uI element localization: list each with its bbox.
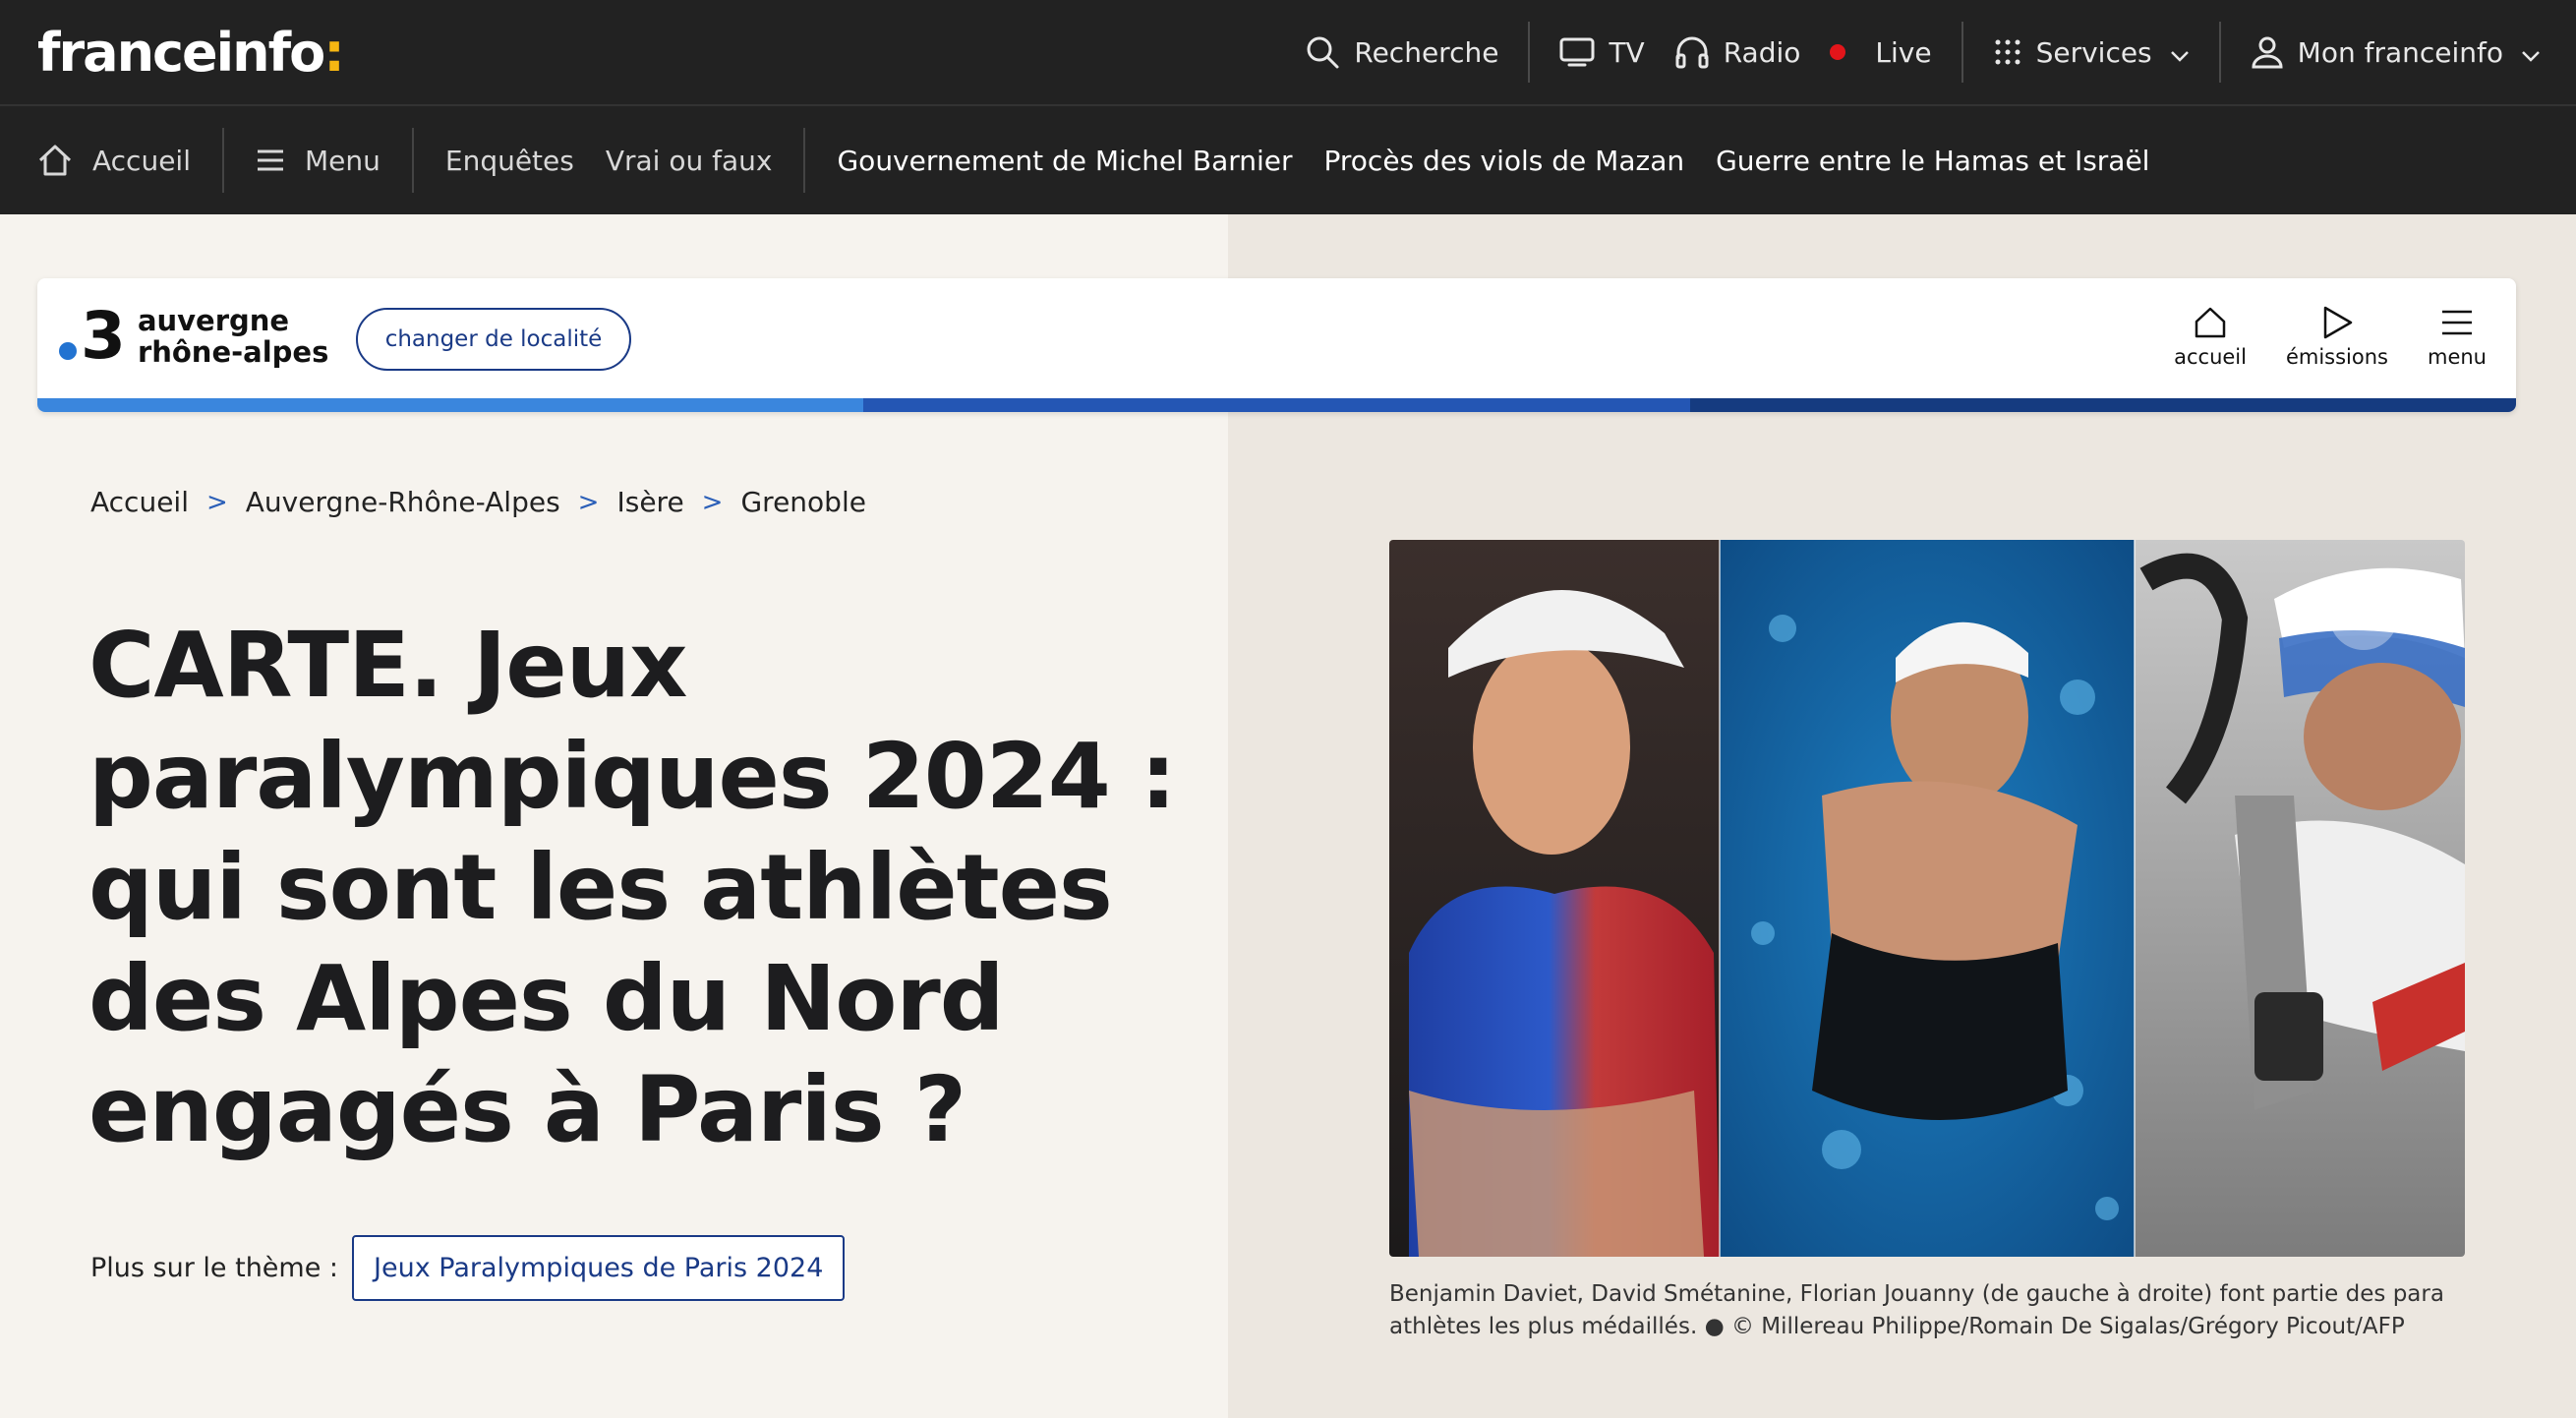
separator	[411, 128, 414, 193]
top-bar: franceinfo: Recherche TV Radio Live Serv…	[0, 0, 2576, 104]
sub-nav: Accueil Menu Enquêtes Vrai ou faux Gouve…	[0, 104, 2576, 214]
tv-icon	[1559, 36, 1595, 68]
regional-menu-label: menu	[2428, 345, 2487, 369]
services-label: Services	[2035, 35, 2152, 69]
topic-link-hamas-israel[interactable]: Guerre entre le Hamas et Israël	[1716, 145, 2181, 177]
photo-collage	[1389, 540, 2465, 1257]
expand-image-button[interactable]	[2329, 581, 2398, 650]
search-label: Recherche	[1354, 35, 1499, 69]
regional-header: 3 auvergne rhône-alpes changer de locali…	[37, 278, 2516, 412]
region-line2: rhône-alpes	[137, 335, 329, 369]
stripe-segment	[37, 398, 864, 412]
expand-icon	[2347, 597, 2380, 634]
live-button[interactable]: Live	[1830, 22, 1961, 83]
france3-region-logo[interactable]: 3 auvergne rhône-alpes	[59, 304, 328, 369]
region-name: auvergne rhône-alpes	[138, 305, 328, 368]
top-nav: Recherche TV Radio Live Services Mon fra…	[1275, 0, 2541, 104]
regional-emissions-label: émissions	[2285, 345, 2388, 369]
stripe-segment	[863, 398, 1690, 412]
breadcrumb: Accueil > Auvergne-Rhône-Alpes > Isère >…	[90, 486, 866, 518]
article-title: CARTE. Jeux paralympiques 2024 : qui son…	[88, 613, 1177, 1162]
breadcrumb-link-accueil[interactable]: Accueil	[90, 486, 189, 518]
home-icon	[2193, 300, 2228, 345]
logo-dot	[59, 342, 77, 360]
separator	[221, 128, 224, 193]
chevron-down-icon	[2521, 36, 2541, 69]
channel-number: 3	[81, 298, 126, 374]
theme-row: Plus sur le thème : Jeux Paralympiques d…	[90, 1235, 846, 1301]
menu-label: Menu	[304, 144, 381, 177]
home-link[interactable]: Accueil	[37, 144, 222, 177]
account-menu-button[interactable]: Mon franceinfo	[2221, 22, 2541, 83]
topic-link-proces-mazan[interactable]: Procès des viols de Mazan	[1324, 145, 1717, 177]
tv-label: TV	[1609, 35, 1645, 69]
breadcrumb-link-isere[interactable]: Isère	[616, 486, 683, 518]
theme-tag-link[interactable]: Jeux Paralympiques de Paris 2024	[352, 1235, 846, 1301]
theme-label: Plus sur le thème :	[90, 1253, 339, 1283]
radio-label: Radio	[1723, 35, 1801, 69]
search-button[interactable]: Recherche	[1275, 22, 1528, 83]
hamburger-icon	[256, 148, 285, 172]
change-locality-button[interactable]: changer de localité	[356, 308, 631, 371]
regional-emissions-link[interactable]: émissions	[2286, 300, 2388, 369]
topic-link-gouvernement[interactable]: Gouvernement de Michel Barnier	[837, 145, 1323, 177]
live-label: Live	[1875, 35, 1932, 69]
hamburger-icon	[2440, 300, 2474, 345]
headphones-icon	[1674, 35, 1710, 69]
home-icon	[37, 144, 73, 177]
franceinfo-logo[interactable]: franceinfo:	[37, 22, 345, 84]
grid-icon	[1993, 37, 2022, 67]
user-icon	[2251, 35, 2284, 69]
services-menu-button[interactable]: Services	[1963, 22, 2219, 83]
article-photo[interactable]	[1389, 540, 2465, 1257]
regional-menu-button[interactable]: menu	[2428, 300, 2487, 369]
nav-link-enquetes[interactable]: Enquêtes	[445, 145, 606, 177]
live-dot-icon	[1830, 44, 1846, 60]
menu-button[interactable]: Menu	[256, 145, 412, 177]
play-icon	[2320, 300, 2354, 345]
breadcrumb-link-region[interactable]: Auvergne-Rhône-Alpes	[246, 486, 560, 518]
account-label: Mon franceinfo	[2297, 35, 2503, 69]
nav-label: Enquêtes	[444, 144, 574, 177]
breadcrumb-separator: >	[577, 487, 600, 517]
separator	[803, 128, 806, 193]
logo-colon: :	[323, 22, 345, 84]
breadcrumb-link-grenoble[interactable]: Grenoble	[740, 486, 865, 518]
breadcrumb-separator: >	[205, 487, 228, 517]
breadcrumb-separator: >	[701, 487, 724, 517]
color-stripe	[37, 398, 2516, 412]
regional-nav: accueil émissions menu	[2135, 300, 2487, 369]
search-icon	[1305, 34, 1340, 70]
nav-link-vrai-ou-faux[interactable]: Vrai ou faux	[606, 145, 804, 177]
tv-button[interactable]: TV	[1530, 22, 1673, 83]
radio-button[interactable]: Radio	[1674, 22, 1831, 83]
logo-text: franceinfo	[37, 22, 325, 84]
regional-home-label: accueil	[2174, 345, 2247, 369]
chevron-down-icon	[2170, 36, 2190, 69]
region-line1: auvergne	[137, 304, 290, 337]
photo-caption: Benjamin Daviet, David Smétanine, Floria…	[1389, 1281, 2444, 1339]
stripe-segment	[1689, 398, 2516, 412]
nav-label: Vrai ou faux	[605, 144, 773, 177]
home-label: Accueil	[92, 144, 191, 177]
regional-home-link[interactable]: accueil	[2174, 300, 2247, 369]
